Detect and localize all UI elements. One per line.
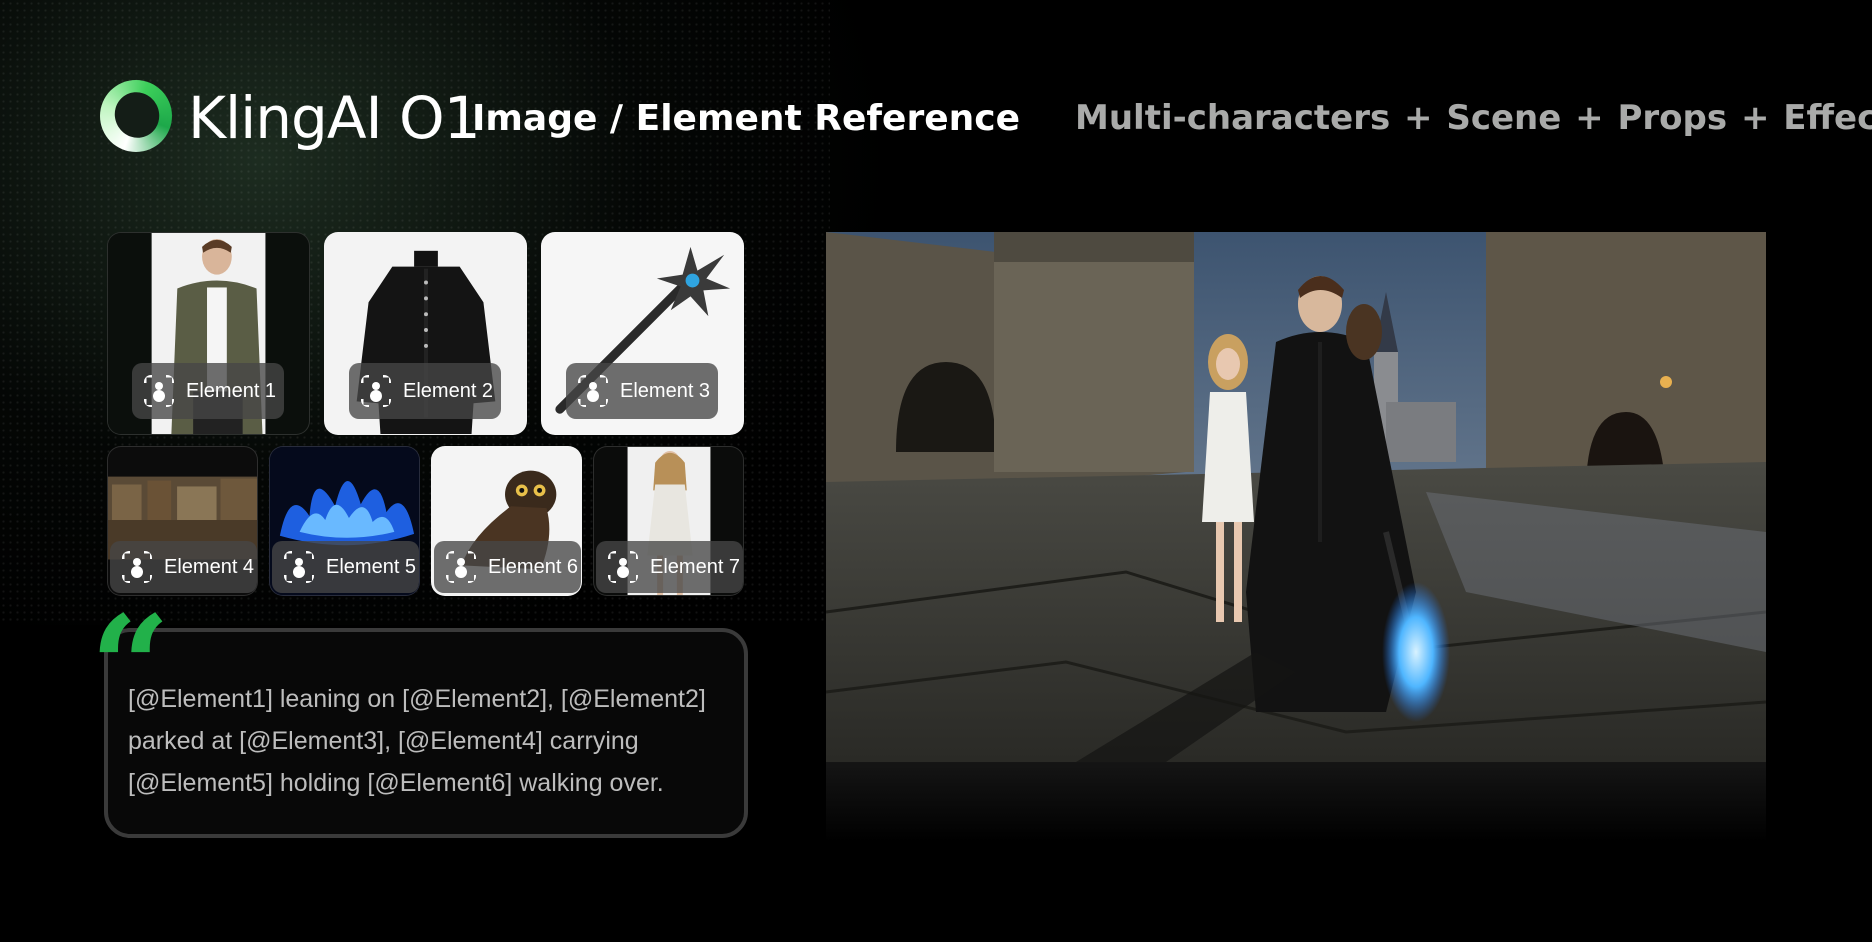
element-label-2: Element 2 (403, 379, 494, 402)
prompt-text: [@Element1] leaning on [@Element2], [@El… (128, 685, 706, 797)
element-reference-icon (284, 551, 314, 583)
element-badge-5: Element 5 (272, 541, 419, 593)
element-label-6: Element 6 (488, 555, 579, 578)
element-label-4: Element 4 (164, 555, 255, 578)
tagline: Multi-characters + Scene + Props + Effec… (1075, 98, 1872, 138)
element-label-3: Element 3 (620, 379, 711, 402)
page-subtitle: Image / Element Reference (472, 98, 1021, 139)
element-badge-3: Element 3 (566, 363, 718, 419)
element-label-1: Element 1 (186, 379, 277, 402)
element-badge-1: Element 1 (132, 363, 284, 419)
element-card-1[interactable]: Element 1 (107, 232, 310, 435)
element-reference-icon (122, 551, 152, 583)
element-card-2[interactable]: Element 2 (324, 232, 527, 435)
castle-courtyard-image (826, 232, 1766, 762)
logo-text: KlingAI O1 (188, 84, 481, 152)
element-badge-2: Element 2 (349, 363, 501, 419)
element-reference-icon (446, 551, 476, 583)
generated-scene-image (826, 232, 1766, 762)
element-reference-icon (608, 551, 638, 583)
prompt-box: [@Element1] leaning on [@Element2], [@El… (104, 628, 748, 838)
element-label-7: Element 7 (650, 555, 741, 578)
element-card-6[interactable]: Element 6 (431, 446, 582, 596)
kling-logo-icon (100, 80, 172, 152)
element-reference-icon (361, 375, 391, 407)
element-badge-7: Element 7 (596, 541, 743, 593)
element-reference-icon (578, 375, 608, 407)
element-reference-icon (144, 375, 174, 407)
element-card-5[interactable]: Element 5 (269, 446, 420, 596)
element-card-7[interactable]: Element 7 (593, 446, 744, 596)
element-badge-6: Element 6 (434, 541, 581, 593)
quote-mark-icon: “ (90, 586, 171, 750)
scene-reflection (826, 762, 1766, 842)
element-card-4[interactable]: Element 4 (107, 446, 258, 596)
header: KlingAI O1 Image / Element Reference Mul… (100, 78, 1872, 154)
element-label-5: Element 5 (326, 555, 417, 578)
element-card-3[interactable]: Element 3 (541, 232, 744, 435)
